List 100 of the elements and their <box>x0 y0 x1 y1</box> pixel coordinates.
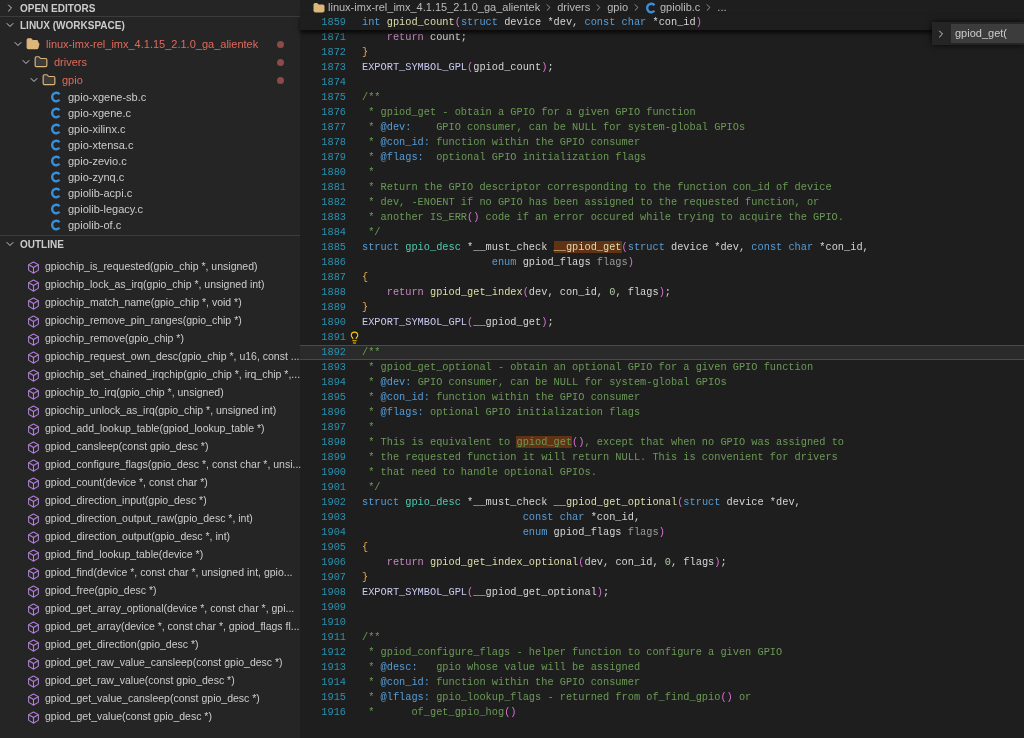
outline-item[interactable]: gpiod_configure_flags(gpio_desc *, const char *, unsi... <box>0 456 300 474</box>
code-line: int gpiod_count(struct device *dev, const char *con_id) <box>362 14 702 30</box>
method-icon <box>27 494 40 508</box>
tree-item-label: gpio-xilinx.c <box>68 121 126 137</box>
outline-item[interactable]: gpiod_find(device *, const char *, unsigned int, gpio... <box>0 564 300 582</box>
breadcrumb-item[interactable]: linux-imx-rel_imx_4.1.15_2.1.0_ga_alientek <box>328 0 541 16</box>
code-line: } <box>362 44 369 60</box>
code-line: * gpiod_get - obtain a GPIO for a given GPIO function <box>367 104 696 120</box>
line-number: 1900 <box>320 464 346 480</box>
code-line: * @desc: gpio whose value will be assigned <box>367 659 641 675</box>
line-number: 1908 <box>320 584 346 600</box>
code-line: /** <box>362 629 381 645</box>
outline-item[interactable]: gpiochip_set_chained_irqchip(gpio_chip *, irq_chip *,... <box>0 366 300 384</box>
line-number: 1894 <box>320 374 346 390</box>
line-number: 1896 <box>320 404 346 420</box>
c-file-icon <box>50 187 62 199</box>
tree-item-label: gpio-zynq.c <box>68 169 125 185</box>
c-file-icon <box>50 139 62 151</box>
outline-item[interactable]: gpiochip_match_name(gpio_chip *, void *) <box>0 294 300 312</box>
line-number: 1891 <box>320 329 346 345</box>
outline-item[interactable]: gpiod_get_value(const gpio_desc *) <box>0 708 300 726</box>
line-number: 1876 <box>320 104 346 120</box>
code-line: * @dev: GPIO consumer, can be NULL for system-global GPIOs <box>367 119 746 135</box>
method-icon <box>27 548 40 562</box>
folder-icon <box>26 37 40 51</box>
outline-item[interactable]: gpiod_add_lookup_table(gpiod_lookup_table *) <box>0 420 300 438</box>
section-title: LINUX (WORKSPACE) <box>20 18 125 33</box>
outline-item[interactable]: gpiochip_remove(gpio_chip *) <box>0 330 300 348</box>
file-item[interactable]: gpiolib-of.c <box>0 217 300 233</box>
find-input[interactable]: gpiod_get( <box>951 24 1024 43</box>
outline-item[interactable]: gpiod_cansleep(const gpio_desc *) <box>0 438 300 456</box>
c-file-icon <box>50 203 62 215</box>
line-number: 1893 <box>320 359 346 375</box>
file-item[interactable]: gpio-xtensa.c <box>0 137 300 153</box>
outline-item[interactable]: gpiod_get_raw_value_cansleep(const gpio_desc *) <box>0 654 300 672</box>
outline-item[interactable]: gpiod_direction_input(gpio_desc *) <box>0 492 300 510</box>
method-icon <box>27 530 40 544</box>
outline-item[interactable]: gpiod_get_value_cansleep(const gpio_desc *) <box>0 690 300 708</box>
method-icon <box>27 476 40 490</box>
line-number: 1907 <box>320 569 346 585</box>
outline-item[interactable]: gpiod_get_array_optional(device *, const char *, gpi... <box>0 600 300 618</box>
folder-item[interactable]: drivers <box>0 53 300 71</box>
tree-item-label: gpiolib-of.c <box>68 217 122 233</box>
method-icon <box>27 332 40 346</box>
file-item[interactable]: gpio-xilinx.c <box>0 121 300 137</box>
method-icon <box>27 602 40 616</box>
outline-item[interactable]: gpiod_direction_output(gpio_desc *, int) <box>0 528 300 546</box>
code-line: struct gpio_desc *__must_check __gpiod_get_optional(struct device *dev, <box>362 494 801 510</box>
file-item[interactable]: gpiolib-acpi.c <box>0 185 300 201</box>
code-line: { <box>362 269 369 285</box>
outline-item[interactable]: gpiod_get_array(device *, const char *, gpiod_flags fl... <box>0 618 300 636</box>
method-icon <box>27 296 40 310</box>
line-number: 1883 <box>320 209 346 225</box>
breadcrumb-item[interactable]: gpio <box>607 0 628 16</box>
outline-item[interactable]: gpiod_count(device *, const char *) <box>0 474 300 492</box>
line-number: 1871 <box>320 29 346 45</box>
method-icon <box>27 512 40 526</box>
code-line: */ <box>367 479 381 495</box>
line-number: 1880 <box>320 164 346 180</box>
file-item[interactable]: gpio-zevio.c <box>0 153 300 169</box>
line-number: 1910 <box>320 614 346 630</box>
file-item[interactable]: gpio-xgene.c <box>0 105 300 121</box>
outline-item[interactable]: gpiochip_unlock_as_irq(gpio_chip *, unsigned int) <box>0 402 300 420</box>
breadcrumb-item[interactable]: gpiolib.c <box>660 0 701 16</box>
line-number: 1877 <box>320 119 346 135</box>
outline-item[interactable]: gpiochip_is_requested(gpio_chip *, unsigned) <box>0 258 300 276</box>
line-number: 1889 <box>320 299 346 315</box>
code-line: * that need to handle optional GPIOs. <box>367 464 597 480</box>
code-line: /** <box>362 344 381 360</box>
method-icon <box>27 440 40 454</box>
method-icon <box>27 404 40 418</box>
line-number: 1884 <box>320 224 346 240</box>
outline-item[interactable]: gpiochip_request_own_desc(gpio_chip *, u16, const ... <box>0 348 300 366</box>
line-number: 1890 <box>320 314 346 330</box>
file-item[interactable]: gpio-xgene-sb.c <box>0 89 300 105</box>
outline-item[interactable]: gpiochip_lock_as_irq(gpio_chip *, unsigned int) <box>0 276 300 294</box>
method-icon <box>27 458 40 472</box>
line-number: 1897 <box>320 419 346 435</box>
outline-item[interactable]: gpiod_free(gpio_desc *) <box>0 582 300 600</box>
outline-item[interactable]: gpiod_direction_output_raw(gpio_desc *, int) <box>0 510 300 528</box>
folder-item[interactable]: linux-imx-rel_imx_4.1.15_2.1.0_ga_alientek <box>0 35 300 53</box>
code-line: * gpiod_configure_flags - helper function to configure a given GPIO <box>367 644 783 660</box>
code-line: * dev, -ENOENT if no GPIO has been assigned to the requested function, or <box>367 194 820 210</box>
method-icon <box>27 386 40 400</box>
code-line: enum gpiod_flags flags) <box>521 524 665 540</box>
breadcrumb-item[interactable]: drivers <box>557 0 591 16</box>
outline-item[interactable]: gpiod_get_raw_value(const gpio_desc *) <box>0 672 300 690</box>
file-item[interactable]: gpiolib-legacy.c <box>0 201 300 217</box>
line-number: 1859 <box>320 14 346 30</box>
code-line: * Return the GPIO descriptor corresponding to the function con_id of device <box>367 179 832 195</box>
method-icon <box>27 368 40 382</box>
file-item[interactable]: gpio-zynq.c <box>0 169 300 185</box>
code-line: EXPORT_SYMBOL_GPL(gpiod_count); <box>362 59 554 75</box>
outline-item[interactable]: gpiod_find_lookup_table(device *) <box>0 546 300 564</box>
outline-item[interactable]: gpiochip_to_irq(gpio_chip *, unsigned) <box>0 384 300 402</box>
tree-item-label: gpiolib-acpi.c <box>68 185 133 201</box>
outline-item[interactable]: gpiod_get_direction(gpio_desc *) <box>0 636 300 654</box>
folder-item[interactable]: gpio <box>0 71 300 89</box>
outline-item[interactable]: gpiochip_remove_pin_ranges(gpio_chip *) <box>0 312 300 330</box>
breadcrumb-item[interactable]: ... <box>717 0 727 16</box>
